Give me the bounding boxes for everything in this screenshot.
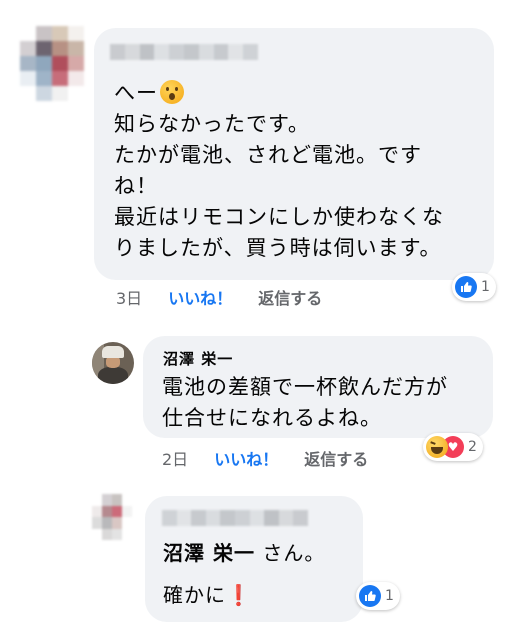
comment-line: たかが電池、されど電池。です xyxy=(114,143,422,167)
comment-line: 最近はリモコンにしか使わなくな xyxy=(114,205,444,229)
comment-actions: 3日 いいね！ 返信する xyxy=(116,285,348,309)
like-button[interactable]: いいね！ xyxy=(168,289,232,308)
timestamp[interactable]: 3日 xyxy=(116,289,142,308)
like-icon xyxy=(455,276,477,298)
avatar[interactable] xyxy=(92,342,134,384)
reaction-count: 1 xyxy=(385,588,394,604)
comment-line: 確かに xyxy=(163,583,226,607)
comment-line: 電池の差額で一杯飲んだ方が xyxy=(162,375,448,399)
reply-button[interactable]: 返信する xyxy=(304,450,368,469)
surprised-emoji-icon xyxy=(160,80,184,104)
author-name-blurred[interactable] xyxy=(162,510,308,526)
comment-text-line: 確かに❗ xyxy=(163,580,252,611)
comment-text: へー 知らなかったです。 たかが電池、されど電池。です ね！ 最近はリモコンにし… xyxy=(114,78,444,264)
like-icon xyxy=(359,585,381,607)
timestamp[interactable]: 2日 xyxy=(162,450,188,469)
author-name[interactable]: 沼澤 栄一 xyxy=(163,348,233,369)
haha-icon xyxy=(426,436,448,458)
mention-link[interactable]: 沼澤 栄一 xyxy=(163,541,255,565)
avatar[interactable] xyxy=(20,26,84,101)
reaction-summary[interactable]: 1 xyxy=(356,582,400,610)
comment-thread: へー 知らなかったです。 たかが電池、されど電池。です ね！ 最近はリモコンにし… xyxy=(0,0,515,640)
comment-text-line: 沼澤 栄一 さん。 xyxy=(163,538,325,569)
reaction-count: 2 xyxy=(468,439,477,455)
comment-line: りましたが、買う時は伺います。 xyxy=(114,236,442,260)
exclamation-emoji-icon: ❗ xyxy=(226,583,252,607)
reaction-summary[interactable]: ♥ 2 xyxy=(423,433,483,461)
reaction-summary[interactable]: 1 xyxy=(452,273,496,301)
comment-line: へー xyxy=(114,81,158,105)
author-name-blurred[interactable] xyxy=(110,44,258,60)
mention-suffix: さん。 xyxy=(262,541,326,565)
comment-text: 電池の差額で一杯飲んだ方が 仕合せになれるよね。 xyxy=(162,372,448,434)
reaction-count: 1 xyxy=(481,279,490,295)
comment-line: 仕合せになれるよね。 xyxy=(162,406,382,430)
comment-actions: 2日 いいね！ 返信する xyxy=(162,446,394,470)
reply-button[interactable]: 返信する xyxy=(258,289,322,308)
comment-line: 知らなかったです。 xyxy=(114,112,310,136)
like-button[interactable]: いいね！ xyxy=(214,450,278,469)
comment-line: ね！ xyxy=(114,174,158,198)
avatar[interactable] xyxy=(92,494,132,540)
